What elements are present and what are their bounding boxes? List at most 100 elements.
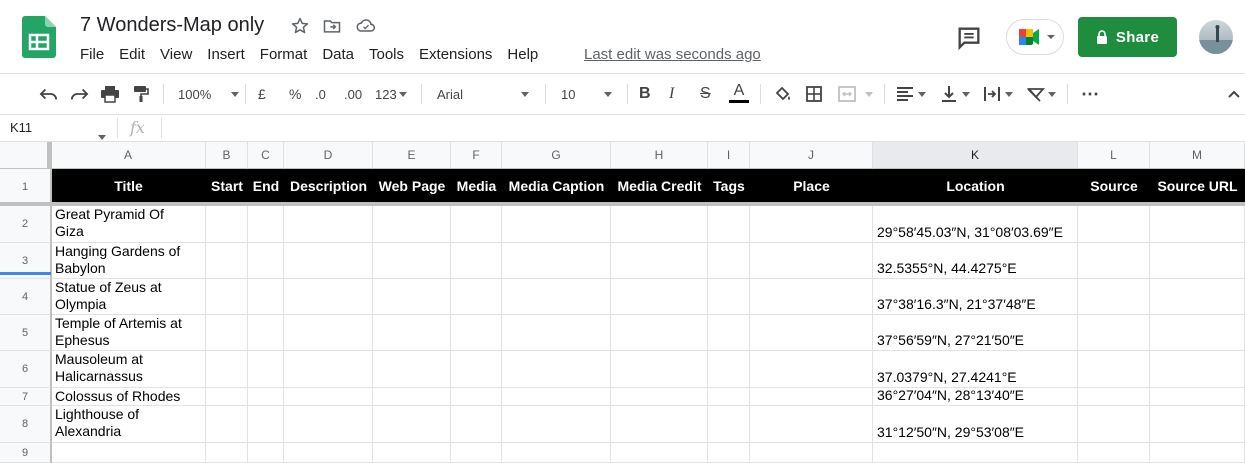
cell-e6[interactable] [373, 351, 451, 388]
undo-icon[interactable] [38, 84, 60, 104]
cell-m5[interactable] [1150, 315, 1245, 351]
cell-b4[interactable] [206, 279, 248, 315]
header-cell-a[interactable]: Title [51, 169, 206, 202]
cell-m9[interactable] [1150, 443, 1245, 463]
row-header-4[interactable]: 4 [0, 279, 51, 315]
cell-k7[interactable]: 36°27′04″N, 28°13′40″E [873, 388, 1078, 406]
cell-i6[interactable] [708, 351, 750, 388]
cell-h5[interactable] [611, 315, 708, 351]
cell-e9[interactable] [373, 443, 451, 463]
header-cell-c[interactable]: End [248, 169, 284, 202]
horizontal-align-icon[interactable] [896, 84, 926, 104]
header-cell-k[interactable]: Location [873, 169, 1078, 202]
cell-c7[interactable] [248, 388, 284, 406]
cell-k3[interactable]: 32.5355°N, 44.4275°E [873, 243, 1078, 279]
cell-a3[interactable]: Hanging Gardens of Babylon [51, 243, 206, 279]
cell-b3[interactable] [206, 243, 248, 279]
last-edit-link[interactable]: Last edit was seconds ago [584, 46, 761, 63]
row-header-1[interactable]: 1 [0, 169, 51, 206]
cell-c2[interactable] [248, 206, 284, 243]
cell-l5[interactable] [1078, 315, 1150, 351]
text-color-button[interactable]: A [729, 82, 749, 106]
print-icon[interactable] [100, 84, 120, 104]
cell-h4[interactable] [611, 279, 708, 315]
cell-h9[interactable] [611, 443, 708, 463]
cell-c5[interactable] [248, 315, 284, 351]
cell-h2[interactable] [611, 206, 708, 243]
column-header-k[interactable]: K [873, 142, 1078, 169]
cell-d3[interactable] [284, 243, 373, 279]
cell-l7[interactable] [1078, 388, 1150, 406]
menu-tools[interactable]: Tools [369, 46, 404, 64]
column-header-b[interactable]: B [206, 142, 248, 169]
cell-l2[interactable] [1078, 206, 1150, 243]
cell-j5[interactable] [750, 315, 873, 351]
move-folder-icon[interactable] [322, 16, 342, 36]
cell-k2[interactable]: 29°58′45.03″N, 31°08′03.69″E [873, 206, 1078, 243]
cell-e3[interactable] [373, 243, 451, 279]
header-cell-j[interactable]: Place [750, 169, 873, 202]
cell-f3[interactable] [451, 243, 502, 279]
cell-i8[interactable] [708, 406, 750, 443]
cell-g4[interactable] [502, 279, 611, 315]
column-header-d[interactable]: D [284, 142, 373, 169]
cloud-status-icon[interactable] [355, 16, 375, 36]
cell-j7[interactable] [750, 388, 873, 406]
header-cell-e[interactable]: Web Page [373, 169, 451, 202]
cell-i2[interactable] [708, 206, 750, 243]
cell-j4[interactable] [750, 279, 873, 315]
cell-g2[interactable] [502, 206, 611, 243]
cell-f9[interactable] [451, 443, 502, 463]
decrease-decimal-button[interactable]: .0 [315, 84, 326, 104]
menu-extensions[interactable]: Extensions [419, 46, 492, 64]
formula-input[interactable] [170, 116, 1240, 140]
more-options-button[interactable]: ⋯ [1081, 84, 1099, 104]
column-header-c[interactable]: C [248, 142, 284, 169]
cell-k8[interactable]: 31°12′50″N, 29°53′08″E [873, 406, 1078, 443]
cell-i7[interactable] [708, 388, 750, 406]
menu-insert[interactable]: Insert [207, 46, 245, 64]
font-size-select[interactable]: 10 [561, 84, 613, 104]
cell-j2[interactable] [750, 206, 873, 243]
cell-f2[interactable] [451, 206, 502, 243]
row-resize-handle[interactable] [0, 272, 51, 275]
cell-a5[interactable]: Temple of Artemis at Ephesus [51, 315, 206, 351]
menu-edit[interactable]: Edit [119, 46, 145, 64]
name-box[interactable]: K11 [10, 120, 32, 135]
cell-a2[interactable]: Great Pyramid Of Giza [51, 206, 206, 243]
cell-f7[interactable] [451, 388, 502, 406]
borders-icon[interactable] [805, 84, 823, 104]
cell-g7[interactable] [502, 388, 611, 406]
cell-a6[interactable]: Mausoleum at Halicarnassus [51, 351, 206, 388]
column-header-a[interactable]: A [51, 142, 206, 169]
cell-f5[interactable] [451, 315, 502, 351]
cell-h7[interactable] [611, 388, 708, 406]
cell-l9[interactable] [1078, 443, 1150, 463]
meet-button[interactable] [1006, 19, 1064, 55]
cell-k5[interactable]: 37°56′59″N, 27°21′50″E [873, 315, 1078, 351]
cell-g5[interactable] [502, 315, 611, 351]
row-header-9[interactable]: 9 [0, 443, 51, 463]
sheets-logo-icon[interactable] [22, 16, 56, 58]
cell-j9[interactable] [750, 443, 873, 463]
column-header-g[interactable]: G [502, 142, 611, 169]
cell-l3[interactable] [1078, 243, 1150, 279]
cell-l8[interactable] [1078, 406, 1150, 443]
cell-c6[interactable] [248, 351, 284, 388]
header-cell-m[interactable]: Source URL [1150, 169, 1245, 202]
cell-g8[interactable] [502, 406, 611, 443]
share-button[interactable]: Share [1078, 17, 1177, 57]
cell-m7[interactable] [1150, 388, 1245, 406]
cell-d8[interactable] [284, 406, 373, 443]
column-header-m[interactable]: M [1150, 142, 1245, 169]
cell-f4[interactable] [451, 279, 502, 315]
strikethrough-button[interactable]: S [700, 84, 711, 104]
cell-j3[interactable] [750, 243, 873, 279]
fill-color-icon[interactable] [773, 84, 793, 104]
font-family-select[interactable]: Arial [437, 84, 530, 104]
cell-g3[interactable] [502, 243, 611, 279]
cell-l6[interactable] [1078, 351, 1150, 388]
header-cell-d[interactable]: Description [284, 169, 373, 202]
menu-format[interactable]: Format [260, 46, 308, 64]
cell-d9[interactable] [284, 443, 373, 463]
